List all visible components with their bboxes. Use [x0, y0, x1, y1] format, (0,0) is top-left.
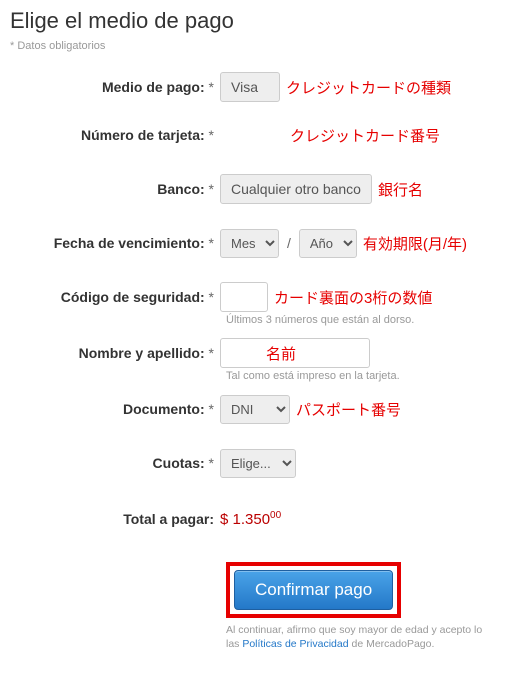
security-code-input[interactable] — [220, 282, 268, 312]
payment-method-value[interactable]: Visa — [220, 72, 280, 102]
confirm-button[interactable]: Confirmar pago — [234, 570, 393, 610]
label-document: Documento: * — [10, 401, 220, 417]
row-document: Documento: * DNI パスポート番号 — [10, 392, 515, 426]
label-card-number: Número de tarjeta: * — [10, 127, 220, 143]
label-security-code: Código de seguridad: * — [10, 289, 220, 305]
row-card-number: Número de tarjeta: * クレジットカード番号 — [10, 118, 515, 152]
row-security-code: Código de seguridad: * カード裏面の3桁の数値 — [10, 280, 515, 314]
annotation-bank: 銀行名 — [378, 179, 423, 200]
row-expiry: Fecha de vencimiento: * Mes / Año 有効期限(月… — [10, 226, 515, 260]
annotation-payment-method: クレジットカードの種類 — [286, 77, 451, 98]
page-title: Elige el medio de pago — [10, 8, 515, 34]
row-installments: Cuotas: * Elige... — [10, 446, 515, 480]
annotation-expiry: 有効期限(月/年) — [363, 233, 467, 254]
annotation-security-code: カード裏面の3桁の数値 — [274, 287, 432, 308]
row-name: Nombre y apellido: * 名前 — [10, 336, 515, 370]
total-value: $ 1.35000 — [220, 510, 281, 528]
expiry-year-select[interactable]: Año — [299, 229, 357, 258]
hint-security-code: Últimos 3 números que están al dorso. — [226, 314, 515, 326]
privacy-link[interactable]: Políticas de Privacidad — [242, 638, 348, 650]
installments-select[interactable]: Elige... — [220, 449, 296, 478]
name-input[interactable] — [220, 338, 370, 368]
bank-value[interactable]: Cualquier otro banco — [220, 174, 372, 204]
label-name: Nombre y apellido: * — [10, 345, 220, 361]
required-note: * Datos obligatorios — [10, 40, 515, 52]
label-installments: Cuotas: * — [10, 455, 220, 471]
label-payment-method: Medio de pago: * — [10, 79, 220, 95]
hint-name: Tal como está impreso en la tarjeta. — [226, 370, 515, 382]
row-bank: Banco: * Cualquier otro banco 銀行名 — [10, 172, 515, 206]
document-type-select[interactable]: DNI — [220, 395, 290, 424]
annotation-card-number: クレジットカード番号 — [290, 125, 440, 146]
label-expiry: Fecha de vencimiento: * — [10, 235, 220, 251]
label-bank: Banco: * — [10, 181, 220, 197]
expiry-month-select[interactable]: Mes — [220, 229, 279, 258]
expiry-separator: / — [287, 235, 291, 251]
row-payment-method: Medio de pago: * Visa クレジットカードの種類 — [10, 70, 515, 104]
disclaimer: Al continuar, afirmo que soy mayor de ed… — [226, 624, 515, 651]
row-total: Total a pagar: $ 1.35000 — [10, 502, 515, 536]
annotation-document: パスポート番号 — [296, 399, 401, 420]
submit-highlight: Confirmar pago — [226, 562, 401, 618]
label-total: Total a pagar: — [10, 511, 220, 527]
